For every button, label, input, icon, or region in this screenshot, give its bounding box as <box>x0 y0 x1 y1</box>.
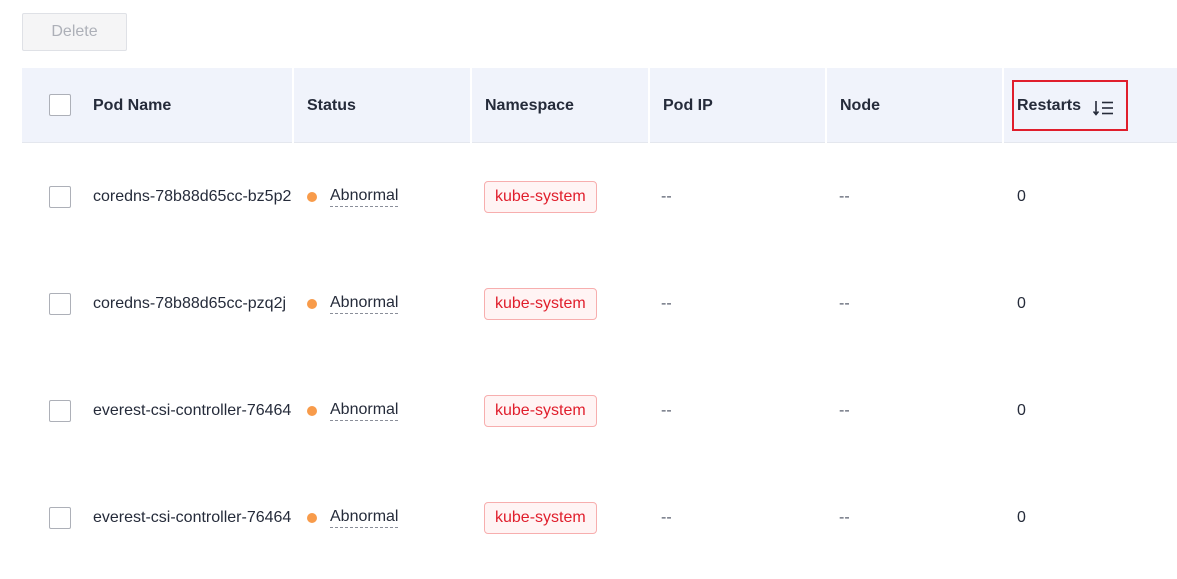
pod-status: Abnormal <box>307 143 399 250</box>
namespace-tag: kube-system <box>484 180 597 213</box>
row-checkbox[interactable] <box>49 292 71 315</box>
namespace-tag: kube-system <box>484 394 597 427</box>
pod-name[interactable]: everest-csi-controller-76464 <box>93 357 293 464</box>
table-body: coredns-78b88d65cc-bz5p2 Abnormal kube-s… <box>22 143 1177 571</box>
namespace-cell: kube-system <box>484 143 597 250</box>
namespace-tag: kube-system <box>484 501 597 534</box>
pod-node: -- <box>839 508 850 526</box>
table-row: coredns-78b88d65cc-pzq2j Abnormal kube-s… <box>22 250 1177 357</box>
table-header: Pod Name Status Namespace Pod IP Node Re… <box>22 68 1177 143</box>
status-text[interactable]: Abnormal <box>330 507 399 528</box>
pod-status: Abnormal <box>307 357 399 464</box>
pod-node: -- <box>839 294 850 312</box>
column-header-pod-name: Pod Name <box>93 96 172 114</box>
pod-status: Abnormal <box>307 250 399 357</box>
row-checkbox[interactable] <box>49 185 71 208</box>
pod-ip: -- <box>661 187 672 205</box>
column-header-node: Node <box>825 68 1002 143</box>
namespace-tag: kube-system <box>484 287 597 320</box>
row-checkbox[interactable] <box>49 399 71 422</box>
namespace-cell: kube-system <box>484 464 597 571</box>
pod-name[interactable]: everest-csi-controller-76464 <box>93 464 293 571</box>
pod-ip: -- <box>661 401 672 419</box>
pod-status: Abnormal <box>307 464 399 571</box>
pod-node: -- <box>839 187 850 205</box>
abnormal-status-dot <box>307 405 317 416</box>
column-header-namespace: Namespace <box>470 68 648 143</box>
pod-name[interactable]: coredns-78b88d65cc-bz5p2 <box>93 143 293 250</box>
status-text[interactable]: Abnormal <box>330 186 399 207</box>
pod-name[interactable]: coredns-78b88d65cc-pzq2j <box>93 250 293 357</box>
pod-node: -- <box>839 401 850 419</box>
abnormal-status-dot <box>307 512 317 523</box>
table-row: everest-csi-controller-76464 Abnormal ku… <box>22 357 1177 464</box>
namespace-cell: kube-system <box>484 250 597 357</box>
abnormal-status-dot <box>307 191 317 202</box>
status-text[interactable]: Abnormal <box>330 400 399 421</box>
abnormal-status-dot <box>307 298 317 309</box>
namespace-cell: kube-system <box>484 357 597 464</box>
pod-restarts: 0 <box>1017 401 1026 419</box>
table-row: coredns-78b88d65cc-bz5p2 Abnormal kube-s… <box>22 143 1177 250</box>
pod-restarts: 0 <box>1017 508 1026 526</box>
pod-ip: -- <box>661 508 672 526</box>
table-row: everest-csi-controller-76464 Abnormal ku… <box>22 464 1177 571</box>
delete-button[interactable]: Delete <box>22 13 127 51</box>
pod-restarts: 0 <box>1017 294 1026 312</box>
restarts-highlight-box <box>1012 80 1128 131</box>
column-header-pod-ip: Pod IP <box>648 68 825 143</box>
status-text[interactable]: Abnormal <box>330 293 399 314</box>
pod-restarts: 0 <box>1017 187 1026 205</box>
column-header-status: Status <box>292 68 470 143</box>
pod-ip: -- <box>661 294 672 312</box>
pods-table: Pod Name Status Namespace Pod IP Node Re… <box>22 68 1177 571</box>
row-checkbox[interactable] <box>49 506 71 529</box>
